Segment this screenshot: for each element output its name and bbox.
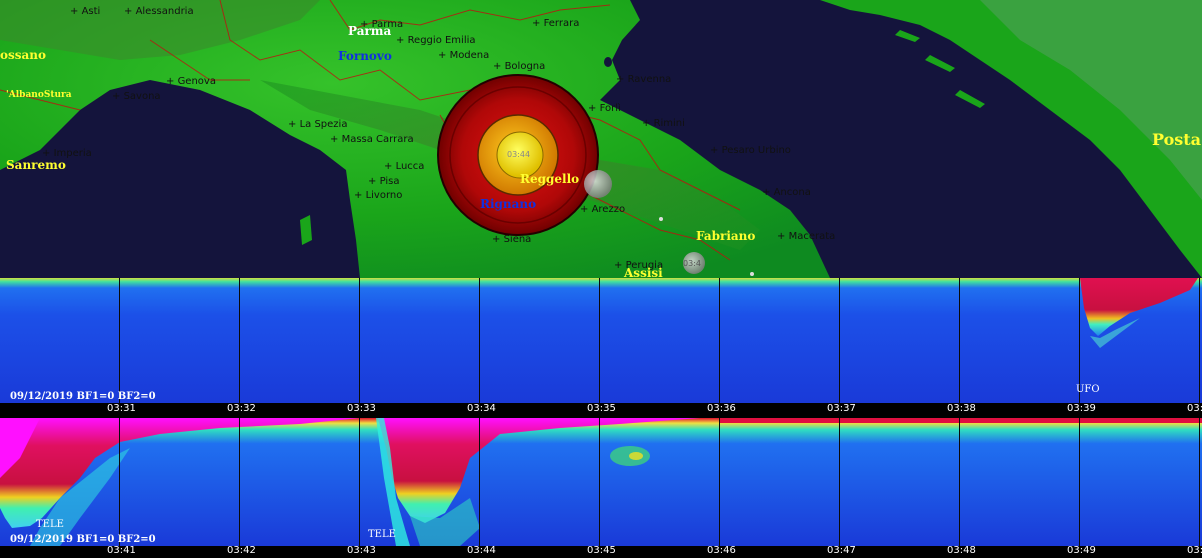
time-tick: 03:37: [827, 403, 856, 414]
time-tick: 03:32: [227, 403, 256, 414]
time-tick: 03:48: [947, 545, 976, 556]
city-label: + Pesaro Urbino: [710, 145, 791, 156]
tele-tag-left: TELE: [36, 519, 64, 530]
grid-line: [839, 418, 840, 546]
ufo-tag: UFO: [1076, 384, 1100, 395]
grid-line: [599, 418, 600, 546]
time-tick: 03:47: [827, 545, 856, 556]
town-label: Parma: [348, 24, 392, 38]
time-tick: 03:: [1187, 545, 1202, 556]
grid-line: [599, 278, 600, 404]
spectrogram-band-2: 09/12/2019 BF1=0 BF2=0 TELE TELE 03:41 03…: [0, 418, 1202, 558]
town-label: Reggello: [520, 172, 580, 186]
spectrogram-1: [0, 278, 1202, 403]
city-label: + Livorno: [354, 190, 403, 201]
tele-tag-centre: TELE: [368, 529, 396, 540]
band-1-info: 09/12/2019 BF1=0 BF2=0: [10, 391, 156, 402]
grid-line: [359, 418, 360, 546]
city-label: + Genova: [166, 76, 216, 87]
city-label: + La Spezia: [288, 119, 348, 130]
city-label: + Ancona: [762, 187, 811, 198]
grid-line: [1199, 418, 1200, 546]
time-tick: 03:: [1187, 403, 1202, 414]
grid-line: [839, 278, 840, 404]
town-label: 'AlbanoStura: [6, 90, 72, 100]
city-label: + Macerata: [777, 231, 836, 242]
grid-line: [719, 278, 720, 404]
time-tick: 03:38: [947, 403, 976, 414]
city-label: + Reggio Emilia: [396, 35, 476, 46]
grid-line: [119, 278, 120, 404]
town-label: Sanremo: [6, 158, 66, 172]
map-canvas: [0, 0, 1202, 278]
city-label: + Savona: [112, 91, 161, 102]
time-tick: 03:36: [707, 403, 736, 414]
time-tick: 03:41: [107, 545, 136, 556]
spectrogram-2: [0, 418, 1202, 546]
city-label: + Forlì: [588, 103, 621, 114]
time-tick: 03:35: [587, 403, 616, 414]
grid-line: [719, 418, 720, 546]
time-tick: 03:39: [1067, 403, 1096, 414]
grid-line: [479, 418, 480, 546]
city-label: + Alessandria: [124, 6, 194, 17]
city-label: + Siena: [492, 234, 532, 245]
radar-map: + Asti + Alessandria + Parma + Reggio Emili…: [0, 0, 1202, 278]
marker-dot: [659, 217, 663, 221]
city-label: + Arezzo: [580, 204, 626, 215]
city-label: + Ferrara: [532, 18, 580, 29]
time-tick: 03:45: [587, 545, 616, 556]
grid-line: [479, 278, 480, 404]
city-label: + Modena: [438, 50, 490, 61]
town-label: Fabriano: [696, 229, 756, 243]
city-label: + Rimini: [642, 118, 685, 129]
city-label: + Massa Carrara: [330, 134, 414, 145]
town-label: Assisi: [624, 266, 663, 278]
time-tick: 03:43: [347, 545, 376, 556]
grid-line: [1199, 278, 1200, 404]
time-tick: 03:44: [467, 545, 496, 556]
time-tick: 03:33: [347, 403, 376, 414]
town-label: Fornovo: [338, 49, 392, 63]
lake: [604, 57, 612, 67]
band-2-info: 09/12/2019 BF1=0 BF2=0: [10, 534, 156, 545]
city-label: + Ravenna: [616, 74, 672, 85]
time-tick: 03:42: [227, 545, 256, 556]
island: [300, 215, 312, 245]
town-label: Posta:: [1152, 130, 1202, 149]
city-label: + Bologna: [493, 61, 546, 72]
city-label: + Pisa: [368, 176, 400, 187]
grid-line: [119, 418, 120, 546]
time-tick: 03:31: [107, 403, 136, 414]
time-tick: 03:46: [707, 545, 736, 556]
town-label: ossano: [0, 48, 47, 62]
grid-line: [359, 278, 360, 404]
grid-line: [239, 278, 240, 404]
time-tick: 03:34: [467, 403, 496, 414]
town-label: Rignano: [480, 197, 537, 211]
grid-line: [959, 418, 960, 546]
city-label: + Asti: [70, 6, 101, 17]
marker-time-label: 03:4: [683, 259, 701, 268]
marker-dot: [750, 272, 754, 276]
city-label: + Lucca: [384, 161, 425, 172]
grid-line: [1079, 418, 1080, 546]
spectrogram-band-1: 09/12/2019 BF1=0 BF2=0 UFO 03:31 03:32 03:…: [0, 278, 1202, 418]
time-tick: 03:49: [1067, 545, 1096, 556]
grid-line: [239, 418, 240, 546]
grid-line: [959, 278, 960, 404]
marker-grey-large: [584, 170, 612, 198]
event-time-label: 03:44: [507, 150, 531, 159]
